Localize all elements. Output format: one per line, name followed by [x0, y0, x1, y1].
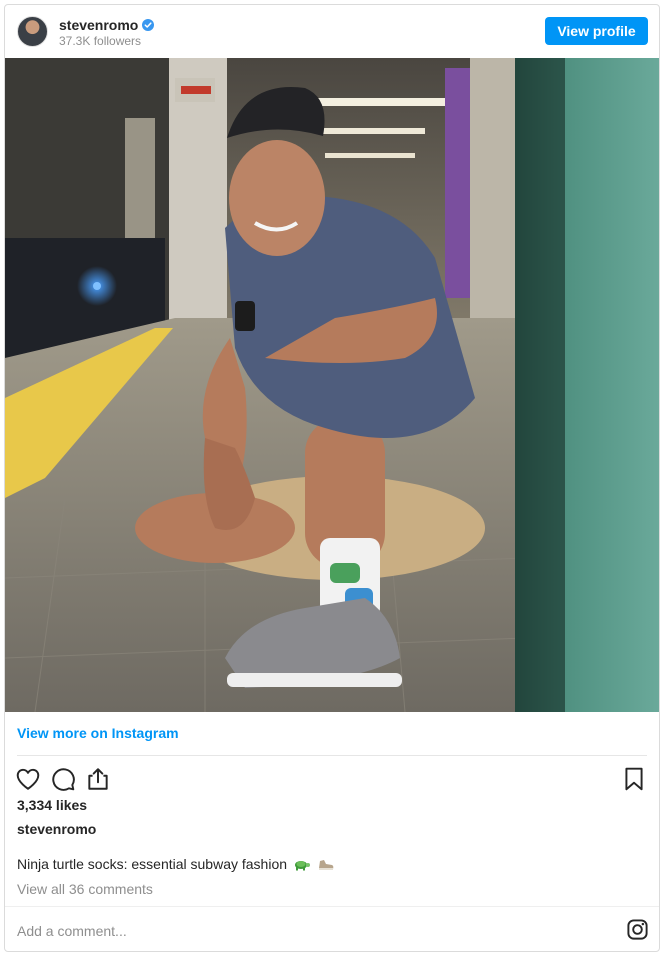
post-header: stevenromo 37.3K followers View profile [5, 5, 659, 59]
follower-count: 37.3K followers [59, 34, 142, 48]
comment-icon[interactable] [50, 766, 76, 792]
caption-username[interactable]: stevenromo [17, 821, 96, 837]
share-icon[interactable] [85, 766, 111, 792]
instagram-embed-card: stevenromo 37.3K followers View profile [4, 4, 660, 952]
view-more-link[interactable]: View more on Instagram [17, 725, 179, 741]
sneaker-emoji-icon [319, 860, 334, 870]
heart-icon[interactable] [15, 766, 41, 792]
post-photo[interactable] [5, 58, 659, 712]
view-profile-button[interactable]: View profile [545, 17, 648, 45]
bookmark-icon[interactable] [621, 766, 647, 792]
divider [5, 906, 659, 907]
turtle-emoji-icon [295, 861, 311, 871]
divider [17, 755, 647, 756]
subway-photo-illustration [5, 58, 659, 712]
add-comment-input[interactable]: Add a comment... [17, 923, 127, 939]
verified-badge-icon [142, 19, 155, 31]
caption-text: Ninja turtle socks: essential subway fas… [17, 856, 288, 872]
like-count[interactable]: 3,334 likes [17, 797, 87, 813]
action-bar [5, 762, 659, 798]
username[interactable]: stevenromo [59, 17, 138, 33]
instagram-icon[interactable] [626, 918, 649, 941]
username-row: stevenromo [59, 17, 155, 33]
caption: Ninja turtle socks: essential subway fas… [17, 856, 335, 872]
view-comments-link[interactable]: View all 36 comments [17, 881, 153, 897]
avatar[interactable] [17, 16, 48, 47]
